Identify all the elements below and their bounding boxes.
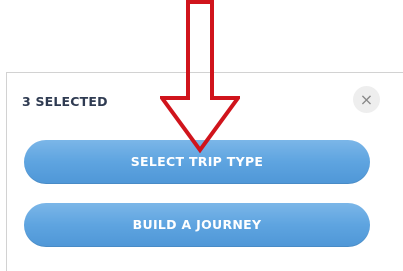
selected-count-label: 3 SELECTED	[22, 94, 108, 109]
close-button[interactable]: ×	[353, 86, 380, 113]
close-icon: ×	[359, 90, 374, 109]
screenshot-stage: 3 SELECTED × SELECT TRIP TYPE BUILD A JO…	[0, 0, 403, 271]
down-arrow-icon	[160, 0, 240, 154]
build-a-journey-button[interactable]: BUILD A JOURNEY	[24, 203, 370, 247]
